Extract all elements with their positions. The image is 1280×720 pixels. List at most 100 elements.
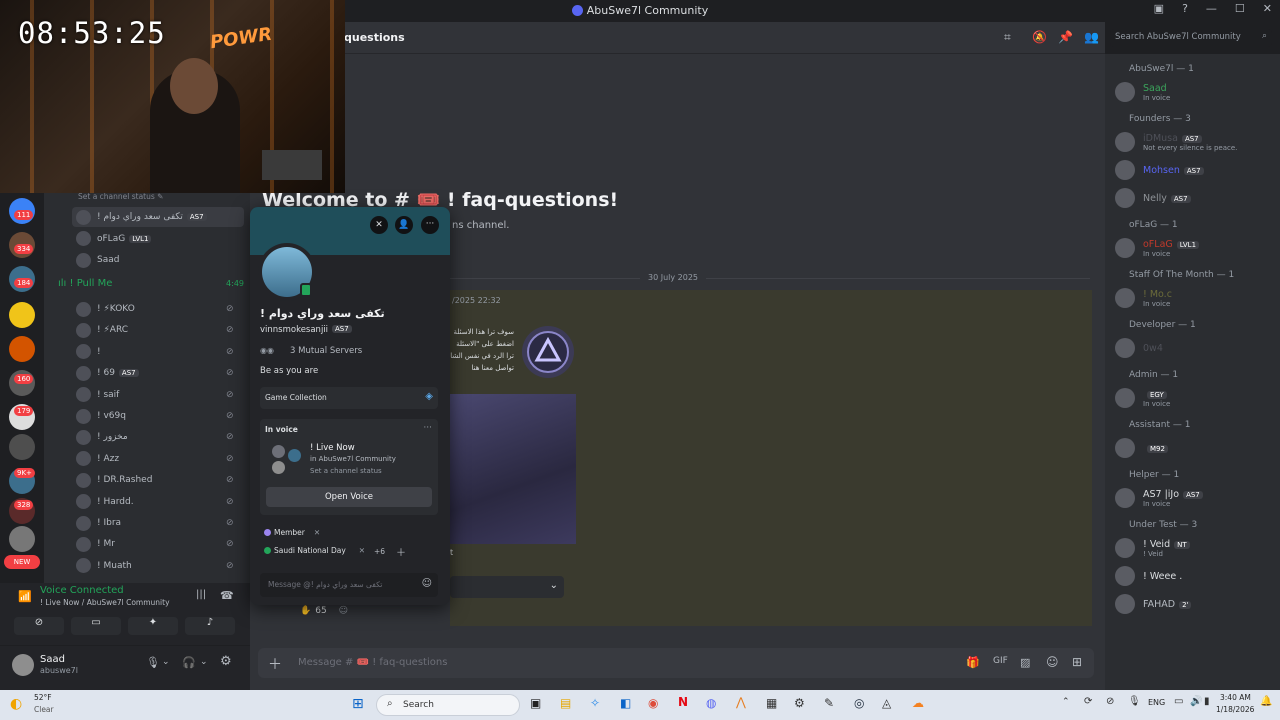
emoji-icon[interactable]: ☺ xyxy=(1046,655,1059,669)
search-input[interactable]: Search AbuSwe7l Community xyxy=(1115,32,1241,42)
noise-suppression-icon[interactable]: ||| xyxy=(196,589,206,600)
notifications-icon[interactable]: 🔕 xyxy=(1032,30,1047,44)
tray-icon[interactable]: ⟳ xyxy=(1084,696,1092,707)
member-row[interactable]: M92 xyxy=(1115,434,1279,462)
message-composer[interactable]: ＋ Message # 🎟️ ! faq-questions 🎁 GIF ▨ ☺… xyxy=(258,648,1094,678)
pin-icon[interactable]: 📌 xyxy=(1058,30,1073,44)
member-row[interactable]: ! Weee . xyxy=(1115,562,1279,590)
voice-location[interactable]: ! Live Now / AbuSwe7l Community xyxy=(40,598,170,607)
channel-status-hint[interactable]: Set a channel status ✎ xyxy=(78,192,163,201)
steam-icon[interactable]: ◎ xyxy=(854,696,864,710)
voice-channel-pull-me[interactable]: ılı ! Pull Me 4:49 xyxy=(58,278,244,294)
member-row[interactable]: AS7 |iJo AS7 In voice xyxy=(1115,484,1279,512)
app-icon[interactable]: ⋀ xyxy=(736,695,746,709)
chrome-icon[interactable]: ◉ xyxy=(648,696,658,710)
headphones-icon[interactable]: 🎧 xyxy=(182,656,196,669)
threads-icon[interactable]: ⌗ xyxy=(1004,30,1011,45)
app-icon[interactable]: ✎ xyxy=(824,696,834,710)
discord-icon[interactable]: ◍ xyxy=(706,696,716,710)
dm-message-box[interactable]: Message @! تكفى سعد وراي دوام ☺ xyxy=(260,573,438,597)
clock-date[interactable]: 1/18/2026 xyxy=(1216,705,1254,714)
app-icon[interactable]: ▦ xyxy=(766,696,777,710)
member-row[interactable]: ! Veid NT! Veid xyxy=(1115,534,1279,562)
microphone-icon[interactable]: 🎙 xyxy=(146,656,160,669)
member-row[interactable]: 0w4 xyxy=(1115,334,1279,362)
disconnect-icon[interactable]: ☎ xyxy=(220,589,234,602)
battery-icon[interactable]: ▮ xyxy=(1204,696,1210,707)
notification-icon[interactable]: 🔔 xyxy=(1260,696,1272,707)
clock-time[interactable]: 3:40 AM xyxy=(1220,693,1251,702)
volume-icon[interactable]: 🔊 xyxy=(1190,696,1202,707)
embed-image[interactable] xyxy=(450,394,576,544)
mic-icon[interactable]: 🎙 xyxy=(1128,696,1141,707)
windows-start-icon[interactable]: ⊞ xyxy=(352,696,364,712)
game-icon[interactable]: ✕ xyxy=(370,216,388,234)
dm-message-input[interactable]: Message @! تكفى سعد وراي دوام xyxy=(268,580,382,589)
message-input[interactable]: Message # 🎟️ ! faq-questions xyxy=(298,657,447,668)
store-icon[interactable]: ◧ xyxy=(620,696,631,710)
chevron-down-icon[interactable]: ⌄ xyxy=(162,657,170,667)
close-button[interactable]: ✕ xyxy=(1263,2,1272,15)
member-row[interactable]: oFLaG LVL1 In voice xyxy=(1115,234,1279,262)
new-badge[interactable]: NEW xyxy=(4,555,40,569)
embed-thumbnail[interactable] xyxy=(522,326,574,378)
member-row[interactable]: Nelly AS7 xyxy=(1115,184,1279,212)
add-reaction-icon[interactable]: ☺ xyxy=(339,606,348,616)
file-explorer-icon[interactable]: ▤ xyxy=(560,696,571,710)
add-role-icon[interactable]: ＋ xyxy=(396,544,406,559)
soundboard-button[interactable]: ♪ xyxy=(185,617,235,635)
avatar[interactable] xyxy=(12,654,34,676)
reaction[interactable]: ✋ 65 ☺ xyxy=(300,606,348,616)
inbox-icon[interactable]: ▣ xyxy=(1154,2,1164,15)
member-row[interactable]: EGY In voice xyxy=(1115,384,1279,412)
member-row[interactable]: ! Mo.c In voice xyxy=(1115,284,1279,312)
weather-icon[interactable]: ◐ xyxy=(10,696,22,712)
member-row[interactable]: iDMusa AS7 Not every silence is peace. xyxy=(1115,128,1279,156)
emoji-icon[interactable]: ☺ xyxy=(422,578,432,589)
member-row[interactable]: Saad In voice xyxy=(1115,78,1279,106)
tray-chevron-icon[interactable]: ⌃ xyxy=(1062,697,1070,707)
server-icon[interactable] xyxy=(9,302,35,328)
server-icon[interactable] xyxy=(9,434,35,460)
tray-icon[interactable]: ⊘ xyxy=(1106,696,1114,707)
open-voice-button[interactable]: Open Voice xyxy=(266,487,432,507)
role-chip[interactable]: Member ✕ xyxy=(264,528,320,537)
server-icon[interactable] xyxy=(9,336,35,362)
cloud-icon[interactable]: ☁ xyxy=(912,696,924,710)
taskbar-search[interactable]: ⌕ Search xyxy=(376,694,520,716)
more-roles[interactable]: +6 xyxy=(374,547,385,556)
member-row[interactable]: Mohsen AS7 xyxy=(1115,156,1279,184)
mutual-servers-link[interactable]: 3 Mutual Servers xyxy=(290,346,362,356)
server-icon[interactable] xyxy=(9,526,35,552)
gif-icon[interactable]: GIF xyxy=(993,656,1008,666)
select-menu[interactable]: ⌄ xyxy=(450,576,564,598)
apps-icon[interactable]: ⊞ xyxy=(1072,655,1082,669)
help-icon[interactable]: ? xyxy=(1182,2,1188,15)
maximize-button[interactable]: ☐ xyxy=(1235,2,1245,15)
gear-icon[interactable]: ⚙ xyxy=(220,654,232,669)
netflix-icon[interactable]: N xyxy=(678,695,688,709)
member-row[interactable]: FAHAD 2' xyxy=(1115,590,1279,618)
app-icon[interactable]: ◬ xyxy=(882,696,891,710)
role-chip[interactable]: Saudi National Day ✕ xyxy=(264,546,365,555)
camera-button[interactable]: ⊘ xyxy=(14,617,64,635)
sticker-icon[interactable]: ▨ xyxy=(1020,656,1030,669)
chevron-down-icon[interactable]: ⌄ xyxy=(200,657,208,667)
task-view-icon[interactable]: ▣ xyxy=(530,696,541,710)
member-list-icon[interactable]: 👥 xyxy=(1084,30,1099,44)
voice-status[interactable]: Voice Connected xyxy=(40,585,124,596)
network-icon[interactable]: ▭ xyxy=(1174,696,1183,707)
search-box[interactable]: Search AbuSwe7l Community ⌕ xyxy=(1110,29,1272,47)
more-options-icon[interactable]: ··· xyxy=(421,216,439,234)
screen-share-button[interactable]: ▭ xyxy=(71,617,121,635)
game-collection-card[interactable]: Game Collection ◈ xyxy=(260,387,438,409)
copilot-icon[interactable]: ✧ xyxy=(590,696,600,710)
minimize-button[interactable]: — xyxy=(1206,2,1217,15)
activities-button[interactable]: ✦ xyxy=(128,617,178,635)
attach-icon[interactable]: ＋ xyxy=(268,654,282,674)
settings-icon[interactable]: ⚙ xyxy=(794,696,805,710)
gift-icon[interactable]: 🎁 xyxy=(966,656,980,669)
more-icon[interactable]: ··· xyxy=(423,423,432,433)
language-indicator[interactable]: ENG xyxy=(1148,698,1165,707)
add-friend-icon[interactable]: 👤 xyxy=(395,216,413,234)
